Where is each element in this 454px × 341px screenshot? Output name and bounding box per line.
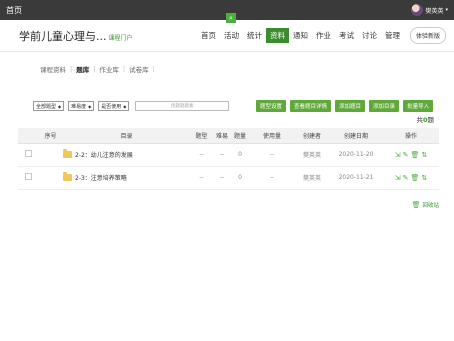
home-link[interactable]: 首页: [6, 5, 22, 16]
folder-icon: [63, 149, 72, 158]
total-count: 共0题: [416, 116, 434, 124]
sub-tabs: 课程资料 | 题库 | 作业库 | 试卷库 |: [0, 58, 454, 80]
nav-exam[interactable]: 考试: [335, 28, 358, 43]
row-date: 2020-11-20: [329, 143, 383, 167]
row-checkbox[interactable]: [18, 166, 38, 190]
difficulty-select[interactable]: 难易度 ◆: [68, 101, 95, 111]
header-index: 序号: [38, 128, 63, 144]
row-difficulty: --: [213, 143, 231, 167]
table-header-row: 序号 目录 题型 难易 题量 使用量 创建者 创建日期 操作: [18, 128, 439, 144]
used-select[interactable]: 是否使用 ◆: [98, 101, 130, 111]
folder-icon: [63, 172, 72, 181]
sort-icon[interactable]: ⇅: [421, 174, 427, 182]
header-actions: 操作: [383, 128, 439, 144]
move-icon[interactable]: ⇲: [395, 151, 401, 159]
edit-icon[interactable]: ✎: [403, 151, 409, 159]
search-icon[interactable]: ⌕: [226, 13, 236, 23]
nav-materials[interactable]: 资料: [265, 28, 289, 43]
move-icon[interactable]: ⇲: [395, 174, 401, 182]
main-nav: 首页 活动 统计 资料 通知 作业 考试 讨论 管理 体验新版: [197, 27, 446, 44]
nav-stats[interactable]: 统计: [243, 28, 266, 43]
nav-homework[interactable]: 作业: [312, 28, 335, 43]
question-type-select[interactable]: 全部题型 ◆: [33, 101, 65, 111]
row-usage: --: [249, 166, 295, 190]
header-difficulty: 难易: [213, 128, 231, 144]
course-portal-link[interactable]: 课程门户: [109, 33, 133, 42]
table-row: 2-3：注意培养策略 -- -- 0 -- 樊英英 2020-11-21 ⇲ ✎…: [18, 166, 439, 190]
chevron-down-icon[interactable]: ▾: [445, 7, 448, 13]
header-usage: 使用量: [249, 128, 295, 144]
question-type-settings-button[interactable]: 题型设置: [256, 100, 287, 112]
row-creator: 樊英英: [295, 166, 329, 190]
row-actions: ⇲ ✎ 🗑 ⇅: [383, 143, 439, 167]
course-header: 学前儿童心理与... 课程门户 首页 活动 统计 资料 通知 作业 考试 讨论 …: [0, 20, 454, 52]
nav-manage[interactable]: 管理: [381, 28, 404, 43]
batch-import-button[interactable]: 批量导入: [403, 100, 434, 112]
tab-divider: |: [70, 65, 73, 73]
header-type: 题型: [190, 128, 213, 144]
row-quantity: 0: [231, 143, 249, 167]
nav-activity[interactable]: 活动: [220, 28, 243, 43]
directory-name[interactable]: 2-3：注意培养策略: [63, 166, 190, 190]
header-checkbox-col: [18, 128, 38, 144]
course-title-group: 学前儿童心理与... 课程门户: [19, 28, 133, 44]
add-question-button[interactable]: 添加题目: [335, 100, 366, 112]
filter-bar: 全部题型 ◆ 难易度 ◆ 是否使用 ◆ 授题题题素 题型设置 查看题目详情 添加题目 …: [0, 98, 454, 114]
row-type: --: [190, 166, 213, 190]
search-input[interactable]: 授题题题素: [135, 101, 230, 111]
delete-icon[interactable]: 🗑: [410, 151, 419, 159]
avatar[interactable]: [411, 4, 424, 16]
row-usage: --: [249, 143, 295, 167]
question-bank-table: 序号 目录 题型 难易 题量 使用量 创建者 创建日期 操作 2-2：幼儿注意的…: [18, 128, 439, 190]
row-checkbox[interactable]: [18, 143, 38, 167]
tab-course-materials[interactable]: 课程资料: [40, 64, 66, 74]
row-quantity: 0: [231, 166, 249, 190]
delete-icon[interactable]: 🗑: [410, 174, 419, 182]
tab-divider: |: [122, 65, 126, 73]
recycle-bin-link[interactable]: 🗑 回收站: [412, 201, 439, 209]
table-row: 2-2：幼儿注意的发展 -- -- 0 -- 樊英英 2020-11-20 ⇲ …: [18, 143, 439, 167]
nav-home[interactable]: 首页: [197, 28, 220, 43]
action-buttons: 题型设置 查看题目详情 添加题目 添加目录 批量导入: [256, 100, 434, 112]
row-type: --: [190, 143, 213, 167]
edit-icon[interactable]: ✎: [403, 174, 409, 182]
tab-divider: |: [93, 65, 96, 73]
tab-exam-bank[interactable]: 试卷库: [129, 64, 149, 74]
directory-name[interactable]: 2-2：幼儿注意的发展: [63, 143, 190, 167]
row-creator: 樊英英: [295, 143, 329, 167]
row-index: [38, 166, 63, 190]
header-quantity: 题量: [231, 128, 249, 144]
header-date: 创建日期: [329, 128, 383, 144]
tab-divider: |: [152, 65, 155, 73]
row-actions: ⇲ ✎ 🗑 ⇅: [383, 166, 439, 190]
sort-icon[interactable]: ⇅: [421, 151, 427, 159]
course-title: 学前儿童心理与...: [19, 29, 107, 43]
add-directory-button[interactable]: 添加目录: [369, 100, 400, 112]
username[interactable]: 樊英英: [425, 6, 443, 15]
row-date: 2020-11-21: [329, 166, 383, 190]
user-menu[interactable]: 樊英英 ▾: [411, 4, 448, 16]
nav-notice[interactable]: 通知: [289, 28, 312, 43]
header-directory: 目录: [63, 128, 190, 144]
header-creator: 创建者: [295, 128, 329, 144]
trash-icon: 🗑: [411, 201, 421, 209]
tab-question-bank[interactable]: 题库: [76, 64, 89, 74]
row-difficulty: --: [213, 166, 231, 190]
view-question-details-button[interactable]: 查看题目详情: [290, 100, 332, 112]
tab-homework-bank[interactable]: 作业库: [99, 64, 119, 74]
nav-discussion[interactable]: 讨论: [358, 28, 381, 43]
new-version-button[interactable]: 体验新版: [409, 27, 446, 44]
row-index: [38, 143, 63, 167]
recycle-bin-label: 回收站: [422, 203, 439, 209]
